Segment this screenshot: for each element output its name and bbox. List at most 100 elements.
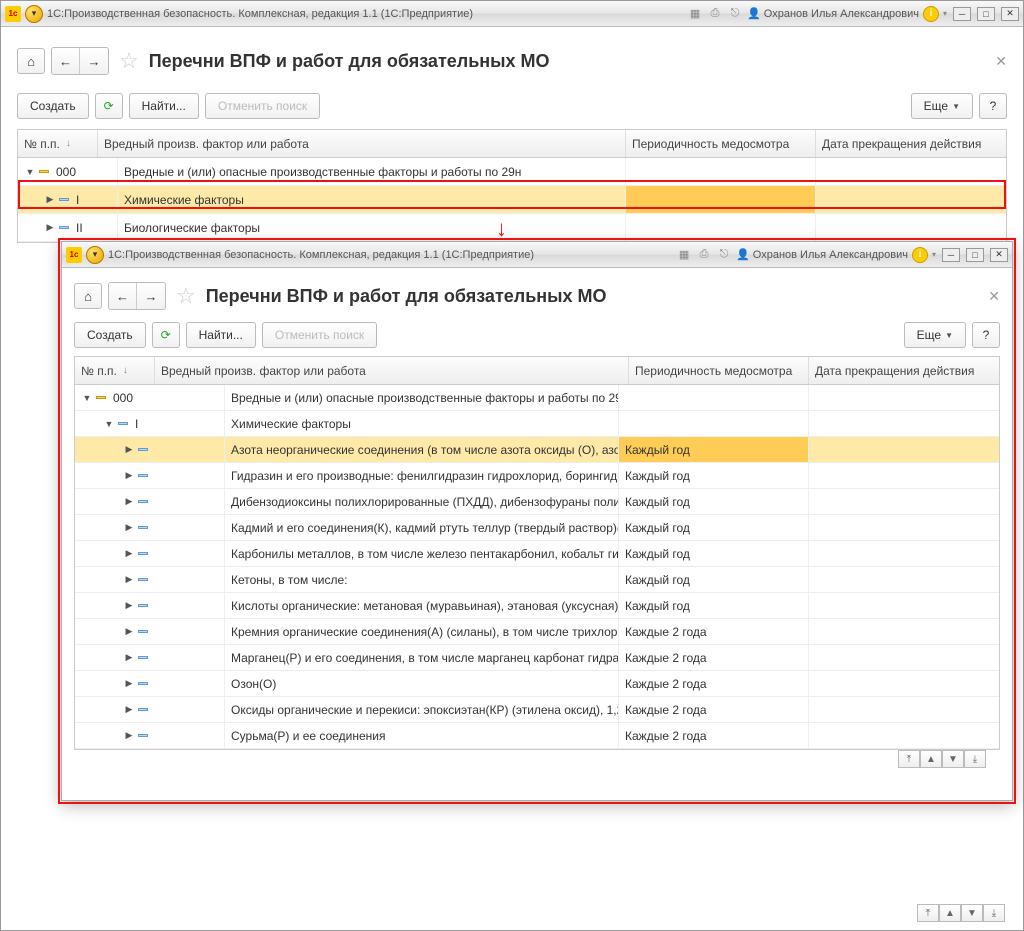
expand-icon[interactable]: ▶ [123,470,135,481]
col-num-header[interactable]: № п.п.↓ [75,357,155,384]
table-row[interactable]: ▶ II Биологические факторы [18,214,1006,242]
col-name-header[interactable]: Вредный произв. фактор или работа [98,130,626,157]
table-row[interactable]: ▼ 000 Вредные и (или) опасные производст… [75,385,999,411]
table-row[interactable]: ▶ Кадмий и его соединения(К), кадмий рту… [75,515,999,541]
expand-icon[interactable]: ▶ [123,652,135,663]
row-period: Каждый год [619,489,809,514]
expand-icon[interactable]: ▶ [44,194,56,205]
find-button[interactable]: Найти... [129,93,199,119]
expand-icon[interactable]: ▼ [103,419,115,429]
close-button[interactable]: ✕ [1001,7,1019,21]
table-row[interactable]: ▶ I Химические факторы [18,186,1006,214]
col-name-header[interactable]: Вредный произв. фактор или работа [155,357,629,384]
col-period-header[interactable]: Периодичность медосмотра [626,130,816,157]
table-row[interactable]: ▶ Кетоны, в том числе: Каждый год [75,567,999,593]
minimize-button[interactable]: ─ [953,7,971,21]
expand-icon[interactable]: ▶ [123,496,135,507]
help-button[interactable]: ? [972,322,1000,348]
table-row[interactable]: ▶ Дибензодиоксины полихлорированные (ПХД… [75,489,999,515]
expand-icon[interactable]: ▶ [44,222,56,233]
col-period-header[interactable]: Периодичность медосмотра [629,357,809,384]
info-dropdown-icon[interactable]: ▾ [943,9,947,18]
nav-last-button[interactable]: ⤓ [964,750,986,768]
table-row[interactable]: ▶ Гидразин и его производные: фенилгидра… [75,463,999,489]
forward-button[interactable]: → [80,48,108,74]
info-dropdown-icon[interactable]: ▾ [932,250,936,259]
table-row[interactable]: ▶ Сурьма(Р) и ее соединения Каждые 2 год… [75,723,999,749]
help-button[interactable]: ? [979,93,1007,119]
maximize-button[interactable]: □ [966,248,984,262]
expand-icon[interactable]: ▼ [81,393,93,403]
find-button[interactable]: Найти... [186,322,256,348]
close-button[interactable]: ✕ [990,248,1008,262]
table-row[interactable]: ▶ Кремния органические соединения(А) (си… [75,619,999,645]
expand-icon[interactable]: ▶ [123,704,135,715]
expand-icon[interactable]: ▼ [24,167,36,177]
create-button[interactable]: Создать [74,322,146,348]
table-row[interactable]: ▶ Марганец(Р) и его соединения, в том чи… [75,645,999,671]
nav-up-button[interactable]: ▲ [939,904,961,922]
row-period: Каждый год [619,437,809,462]
refresh-button[interactable]: ⟳ [95,93,123,119]
item-icon [138,526,148,529]
user-name: Охранов Илья Александрович [753,249,908,261]
info-icon[interactable]: i [912,247,928,263]
table-row[interactable]: ▶ Озон(О) Каждые 2 года [75,671,999,697]
user-icon: 👤 [747,7,761,20]
nav-first-button[interactable]: ⤒ [917,904,939,922]
table-row[interactable]: ▶ Кислоты органические: метановая (мурав… [75,593,999,619]
link-icon[interactable]: ⎋ [727,6,743,22]
expand-icon[interactable]: ▶ [123,730,135,741]
maximize-button[interactable]: □ [977,7,995,21]
refresh-button[interactable]: ⟳ [152,322,180,348]
col-date-header[interactable]: Дата прекращения действия [809,357,999,384]
user-block[interactable]: 👤 Охранов Илья Александрович [736,248,908,261]
expand-icon[interactable]: ▶ [123,626,135,637]
nav-down-button[interactable]: ▼ [961,904,983,922]
expand-icon[interactable]: ▶ [123,444,135,455]
expand-icon[interactable]: ▶ [123,678,135,689]
folder-icon [59,226,69,229]
more-button[interactable]: Еще▼ [911,93,973,119]
info-icon[interactable]: i [923,6,939,22]
col-date-header[interactable]: Дата прекращения действия [816,130,1006,157]
home-button[interactable]: ⌂ [17,48,45,74]
print-icon[interactable]: ⎙ [696,247,712,263]
nav-up-button[interactable]: ▲ [920,750,942,768]
row-num: 000 [113,391,133,405]
calc-icon[interactable]: ▦ [676,247,692,263]
back-button[interactable]: ← [52,48,80,74]
nav-down-button[interactable]: ▼ [942,750,964,768]
star-icon[interactable]: ☆ [119,48,139,74]
expand-icon[interactable]: ▶ [123,548,135,559]
dropdown-icon[interactable]: ▾ [25,5,43,23]
nav-last-button[interactable]: ⤓ [983,904,1005,922]
forward-button[interactable]: → [137,283,165,309]
expand-icon[interactable]: ▶ [123,574,135,585]
table-row[interactable]: ▼ I Химические факторы [75,411,999,437]
star-icon[interactable]: ☆ [176,283,196,309]
nav-first-button[interactable]: ⤒ [898,750,920,768]
col-num-header[interactable]: № п.п.↓ [18,130,98,157]
tab-close-icon[interactable]: ✕ [995,53,1007,70]
expand-icon[interactable]: ▶ [123,522,135,533]
expand-icon[interactable]: ▶ [123,600,135,611]
outer-nav-strip: ⤒ ▲ ▼ ⤓ [917,904,1005,922]
home-button[interactable]: ⌂ [74,283,102,309]
link-icon[interactable]: ⎋ [716,247,732,263]
print-icon[interactable]: ⎙ [707,6,723,22]
create-button[interactable]: Создать [17,93,89,119]
calc-icon[interactable]: ▦ [687,6,703,22]
sort-icon: ↓ [123,365,128,376]
dropdown-icon[interactable]: ▾ [86,246,104,264]
table-row[interactable]: ▶ Азота неорганические соединения (в том… [75,437,999,463]
back-button[interactable]: ← [109,283,137,309]
more-button[interactable]: Еще▼ [904,322,966,348]
table-row[interactable]: ▶ Оксиды органические и перекиси: эпокси… [75,697,999,723]
table-row[interactable]: ▶ Карбонилы металлов, в том числе железо… [75,541,999,567]
minimize-button[interactable]: ─ [942,248,960,262]
user-block[interactable]: 👤 Охранов Илья Александрович [747,7,919,20]
tab-close-icon[interactable]: ✕ [988,288,1000,305]
table-row[interactable]: ▼ 000 Вредные и (или) опасные производст… [18,158,1006,186]
row-name: Кислоты органические: метановая (муравьи… [225,593,619,618]
